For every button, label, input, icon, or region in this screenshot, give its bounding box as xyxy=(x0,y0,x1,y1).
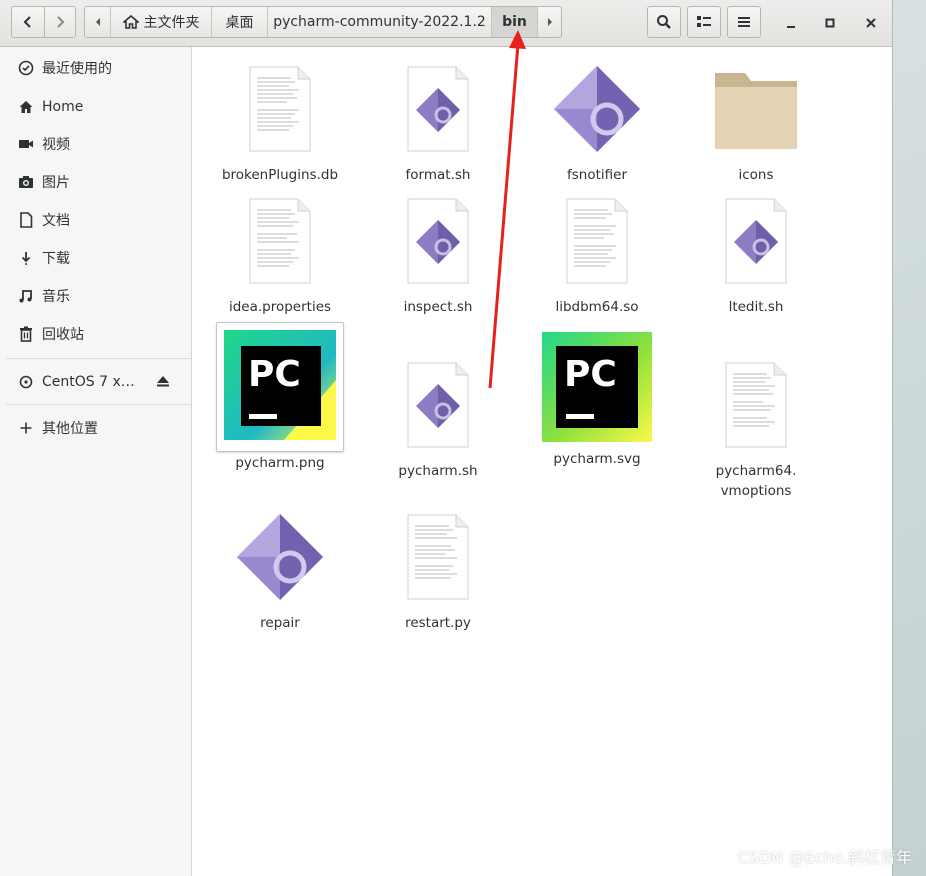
annotation-arrow-shaft xyxy=(488,43,520,389)
annotation-arrow-head xyxy=(509,30,526,49)
watermark: CSDN @Echo.斜杠青年 xyxy=(737,848,912,867)
annotation-arrow xyxy=(488,30,526,389)
